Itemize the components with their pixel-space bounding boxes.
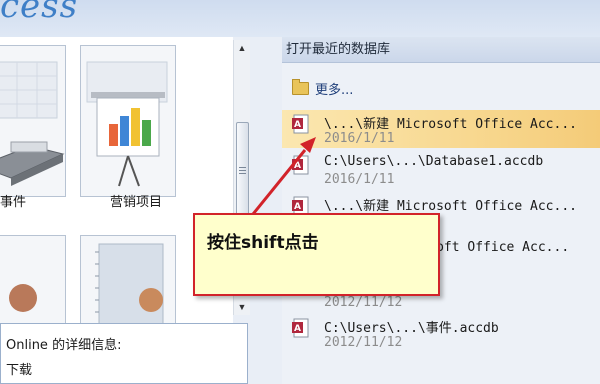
download-link[interactable]: 下载 <box>6 359 32 378</box>
recent-item-date: 2016/1/11 <box>324 131 395 146</box>
marketing-chart-icon <box>81 46 175 196</box>
template-label-marketing: 营销项目 <box>110 195 163 210</box>
svg-text:A: A <box>294 324 301 334</box>
scroll-down-icon[interactable]: ▼ <box>237 302 247 312</box>
scroll-up-icon[interactable]: ▲ <box>237 43 247 53</box>
grip-line <box>239 167 246 168</box>
access-db-icon: A <box>292 155 309 175</box>
svg-text:A: A <box>294 120 301 130</box>
recent-item-date: 2016/1/11 <box>324 172 395 187</box>
more-link[interactable]: 更多... <box>292 79 353 98</box>
folder-open-icon <box>292 79 309 95</box>
more-link-label: 更多... <box>315 83 354 98</box>
svg-text:A: A <box>294 202 301 212</box>
recent-item-path: \...\新建 Microsoft Office Acc... <box>324 117 577 132</box>
recent-item-date: 2012/11/12 <box>324 335 403 350</box>
svg-text:A: A <box>294 161 301 171</box>
app-brand-text: cess <box>0 0 79 26</box>
recent-databases-pane: 打开最近的数据库 更多... A \...\新建 Microsoft Offic… <box>282 37 600 384</box>
access-db-icon: A <box>292 114 309 134</box>
online-info-title: Online 的详细信息: <box>6 338 122 353</box>
recent-item-path: \...\新建 Microsoft Office Acc... <box>324 199 577 214</box>
annotation-text: 按住shift点击 <box>207 233 319 253</box>
template-tile-events[interactable] <box>0 45 66 197</box>
annotation-callout: 按住shift点击 <box>193 213 440 296</box>
event-desk-icon <box>0 46 65 196</box>
recent-item-date: 2012/11/12 <box>324 295 403 310</box>
recent-item[interactable]: A C:\Users\...\事件.accdb 2012/11/12 <box>282 314 600 352</box>
title-bar: cess <box>0 0 600 37</box>
template-label-events: 事件 <box>0 195 27 210</box>
recent-item-path: C:\Users\...\Database1.accdb <box>324 154 544 169</box>
access-db-icon: A <box>292 318 309 338</box>
grip-line <box>239 170 246 171</box>
recent-item[interactable]: A \...\新建 Microsoft Office Acc... 2016/1… <box>282 110 600 148</box>
recent-item[interactable]: A C:\Users\...\Database1.accdb 2016/1/11 <box>282 151 600 189</box>
recent-item-path: C:\Users\...\事件.accdb <box>324 321 499 336</box>
grip-line <box>239 173 246 174</box>
template-tile-marketing[interactable] <box>80 45 176 197</box>
online-info-panel: Online 的详细信息: 下载 <box>0 323 248 384</box>
scrollbar-thumb[interactable] <box>236 122 249 220</box>
recent-databases-header: 打开最近的数据库 <box>282 37 600 63</box>
